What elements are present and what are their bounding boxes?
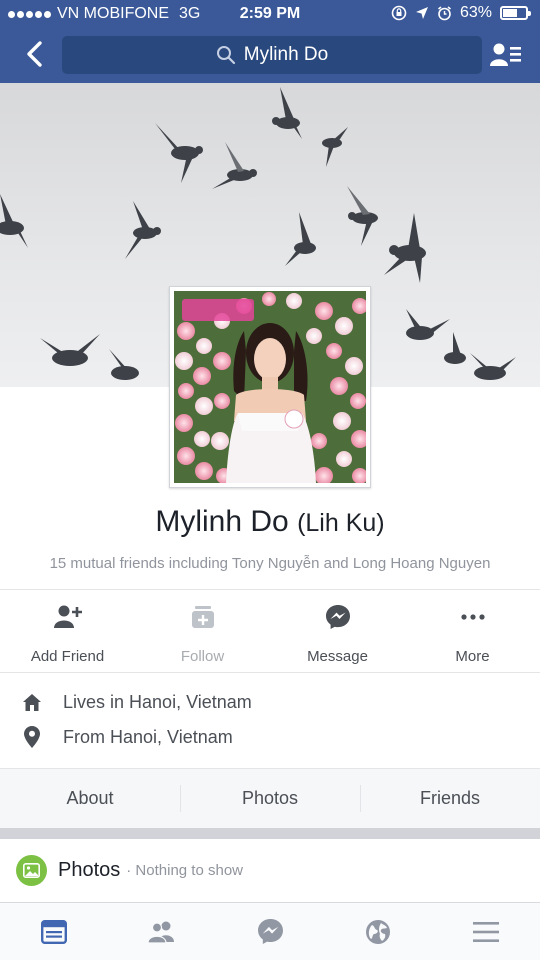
full-name: Mylinh Do [155,505,289,538]
nickname: (Lih Ku) [297,509,385,537]
friend-requests-button[interactable] [488,38,524,72]
globe-notifications-icon [366,919,390,944]
profile-photo-illustration [174,291,366,483]
profile-picture[interactable] [169,286,371,488]
info-from: From Hanoi, Vietnam [20,726,233,748]
add-friend-button[interactable]: Add Friend [0,590,135,672]
profile-actions: Add Friend Follow Message More [0,590,540,672]
bottom-tab-bar [0,902,540,960]
friends-icon [147,921,174,943]
location-arrow-icon [415,7,428,19]
search-query: Mylinh Do [243,44,329,65]
follow-icon [191,606,214,628]
messenger-icon [257,919,283,944]
profile-name: Mylinh Do (Lih Ku) [0,505,540,539]
nav-news-feed[interactable] [0,903,108,960]
home-icon [23,694,41,711]
section-separator [0,828,540,839]
add-friend-icon [53,605,82,628]
more-button[interactable]: More [405,590,540,672]
navigation-bar: VN MOBIFONE 3G 2:59 PM 63% Mylinh Do [0,0,540,83]
search-icon [216,46,235,65]
message-button[interactable]: Message [270,590,405,672]
more-label: More [455,648,490,665]
battery-icon [500,6,531,20]
tab-about[interactable]: About [0,769,180,828]
nav-messenger[interactable] [216,903,324,960]
status-bar: VN MOBIFONE 3G 2:59 PM 63% [0,0,540,28]
rotation-lock-icon [391,5,407,21]
friend-requests-icon [490,43,521,66]
follow-label: Follow [180,648,225,665]
message-label: Message [307,648,368,665]
lives-in-text: Lives in Hanoi, Vietnam [63,692,252,712]
back-icon [27,41,42,67]
nav-friends[interactable] [108,903,216,960]
news-feed-icon [41,919,67,944]
location-pin-icon [24,726,40,748]
follow-button[interactable]: Follow [135,590,270,672]
divider [0,672,540,673]
photos-title: Photos [58,858,121,881]
alarm-icon [437,5,451,20]
photos-section[interactable]: Photos · Nothing to show [0,839,540,901]
profile-tabs: About Photos Friends [0,768,540,828]
tab-photos[interactable]: Photos [180,769,360,828]
add-friend-label: Add Friend [30,648,105,665]
search-bar[interactable]: Mylinh Do [62,36,482,74]
battery-percentage: 63% [459,4,492,21]
nav-notifications[interactable] [324,903,432,960]
info-lives-in: Lives in Hanoi, Vietnam [20,692,252,713]
back-button[interactable] [18,37,50,71]
photos-subtitle: · Nothing to show [126,861,243,879]
mutual-friends-text[interactable]: 15 mutual friends including Tony Nguyễn … [0,555,540,572]
more-icon [460,614,485,620]
tab-friends[interactable]: Friends [360,769,540,828]
menu-icon [473,921,499,942]
nav-menu[interactable] [432,903,540,960]
messenger-icon [325,605,350,629]
photos-icon [16,854,47,886]
from-text: From Hanoi, Vietnam [63,726,233,747]
